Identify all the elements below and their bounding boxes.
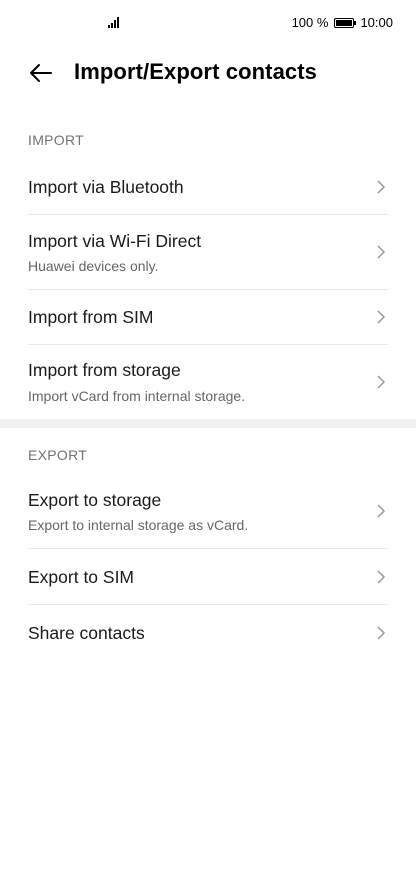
chevron-right-icon bbox=[377, 504, 386, 518]
share-contacts-item[interactable]: Share contacts bbox=[28, 605, 388, 660]
import-via-wifi-direct-item[interactable]: Import via Wi-Fi Direct Huawei devices o… bbox=[28, 215, 388, 290]
item-subtitle: Export to internal storage as vCard. bbox=[28, 517, 249, 533]
chevron-right-icon bbox=[377, 180, 386, 194]
status-bar: 100 % 10:00 bbox=[0, 0, 416, 48]
battery-icon bbox=[334, 17, 357, 28]
page-title: Import/Export contacts bbox=[74, 59, 318, 84]
app-bar: Import/Export contacts bbox=[0, 48, 416, 98]
export-section-label: EXPORT bbox=[28, 447, 88, 463]
item-title: Import via Wi-Fi Direct bbox=[28, 231, 202, 251]
battery-percent: 100 % bbox=[291, 15, 329, 30]
item-subtitle: Import vCard from internal storage. bbox=[28, 388, 246, 404]
import-from-storage-item[interactable]: Import from storage Import vCard from in… bbox=[28, 345, 388, 419]
chevron-right-icon bbox=[377, 245, 386, 259]
clock: 10:00 bbox=[360, 15, 393, 30]
item-title: Share contacts bbox=[28, 623, 145, 643]
item-subtitle: Huawei devices only. bbox=[28, 258, 159, 274]
item-title: Import from storage bbox=[28, 360, 181, 380]
item-title: Export to SIM bbox=[28, 567, 135, 587]
section-divider bbox=[0, 419, 416, 428]
status-right: 100 % 10:00 bbox=[292, 15, 393, 30]
export-to-storage-item[interactable]: Export to storage Export to internal sto… bbox=[28, 474, 388, 549]
chevron-right-icon bbox=[377, 310, 386, 324]
signal-bars-icon bbox=[108, 16, 124, 28]
chevron-right-icon bbox=[377, 570, 386, 584]
import-from-sim-item[interactable]: Import from SIM bbox=[28, 290, 388, 345]
item-title: Export to storage bbox=[28, 490, 162, 510]
chevron-right-icon bbox=[377, 626, 386, 640]
item-title: Import from SIM bbox=[28, 307, 154, 327]
item-title: Import via Bluetooth bbox=[28, 177, 184, 197]
chevron-right-icon bbox=[377, 375, 386, 389]
arrow-left-icon[interactable] bbox=[26, 58, 56, 88]
import-via-bluetooth-item[interactable]: Import via Bluetooth bbox=[28, 160, 388, 215]
import-section-label: IMPORT bbox=[28, 132, 84, 148]
export-to-sim-item[interactable]: Export to SIM bbox=[28, 549, 388, 605]
